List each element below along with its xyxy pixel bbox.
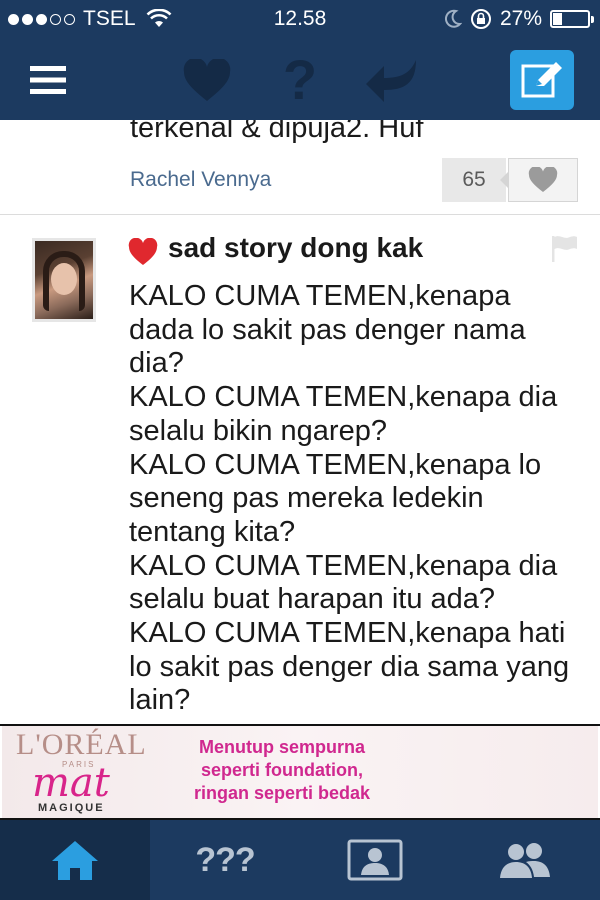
question-mark-icon: ? xyxy=(282,48,318,111)
questions-button[interactable]: ? xyxy=(278,52,322,108)
top-navigation-bar: ? xyxy=(0,40,600,120)
answer-line: KALO CUMA TEMEN,kenapa xyxy=(129,280,511,312)
answer-line: KALO CUMA TEMEN,kenapa lo xyxy=(129,448,542,481)
menu-button[interactable] xyxy=(26,58,70,102)
status-bar: TSEL 12.58 27% xyxy=(0,0,600,40)
heart-icon xyxy=(128,238,158,265)
ad-product-sub: MAGIQUE xyxy=(38,802,105,814)
divider xyxy=(0,214,600,215)
flag-icon[interactable] xyxy=(549,234,579,264)
ad-content: L'ORÉAL PARIS mat MAGIQUE Menutup sempur… xyxy=(2,726,598,818)
avatar[interactable] xyxy=(32,238,96,322)
tab-friends[interactable] xyxy=(450,820,600,900)
tab-questions[interactable]: ??? xyxy=(150,820,300,900)
profile-icon xyxy=(347,839,403,881)
avatar-face xyxy=(51,263,77,295)
questions-icon: ??? xyxy=(195,840,255,879)
previous-answer-text: terkenal & dipuja2. Huf xyxy=(130,120,424,144)
answer-text: KALO CUMA TEMEN,kenapa dada lo sakit pas … xyxy=(129,280,579,718)
ad-tagline-line: ringan seperti bedak xyxy=(193,783,371,803)
rotation-lock-icon xyxy=(470,9,491,29)
answer-line: dada lo sakit pas denger nama xyxy=(129,313,526,346)
answers-button[interactable] xyxy=(362,54,422,106)
answer-line: lain? xyxy=(129,684,191,717)
ad-product: mat xyxy=(32,760,110,806)
tab-home[interactable] xyxy=(0,820,150,900)
answer-line: seneng pas mereka ledekin xyxy=(129,482,484,515)
answer-line: KALO CUMA TEMEN,kenapa dia xyxy=(129,549,558,582)
like-button[interactable] xyxy=(508,158,578,202)
like-count: 65 xyxy=(442,158,506,202)
menu-icon xyxy=(30,66,66,94)
answer-line: dia? xyxy=(129,347,184,380)
feed: terkenal & dipuja2. Huf Rachel Vennya 65… xyxy=(0,120,600,724)
likes-button[interactable] xyxy=(180,56,234,106)
like-widget: 65 xyxy=(442,158,578,202)
reply-icon xyxy=(366,60,416,102)
ad-tagline-line: Menutup sempurna xyxy=(198,737,365,757)
author-name[interactable]: Rachel Vennya xyxy=(130,168,271,192)
ad-tagline-line: seperti foundation, xyxy=(201,760,363,780)
compose-icon xyxy=(521,62,562,98)
heart-icon xyxy=(528,167,558,192)
answer-line: lo sakit pas denger dia sama yang xyxy=(129,650,570,683)
ad-tagline: Menutup sempurna seperti foundation, rin… xyxy=(162,736,402,805)
ad-brand: L'ORÉAL xyxy=(16,728,147,761)
answer-line: selalu bikin ngarep? xyxy=(129,414,387,447)
tab-profile[interactable] xyxy=(300,820,450,900)
answer-line: selalu buat harapan itu ada? xyxy=(129,583,496,616)
battery-icon xyxy=(550,10,594,28)
heart-icon xyxy=(183,59,231,101)
friends-icon xyxy=(500,843,550,878)
answer-line: KALO CUMA TEMEN,kenapa hati xyxy=(129,617,566,650)
answer-line: KALO CUMA TEMEN,kenapa dia xyxy=(129,381,558,414)
battery-percent: 27% xyxy=(499,7,542,30)
battery-level xyxy=(553,13,562,25)
moon-icon xyxy=(445,9,462,28)
bottom-tab-bar: ??? xyxy=(0,820,600,900)
compose-button[interactable] xyxy=(510,50,574,110)
status-right: 27% xyxy=(444,7,594,31)
ad-banner[interactable]: L'ORÉAL PARIS mat MAGIQUE Menutup sempur… xyxy=(0,724,600,820)
home-icon xyxy=(52,841,98,880)
question-title: sad story dong kak xyxy=(168,232,424,263)
answer-line: tentang kita? xyxy=(129,515,296,548)
